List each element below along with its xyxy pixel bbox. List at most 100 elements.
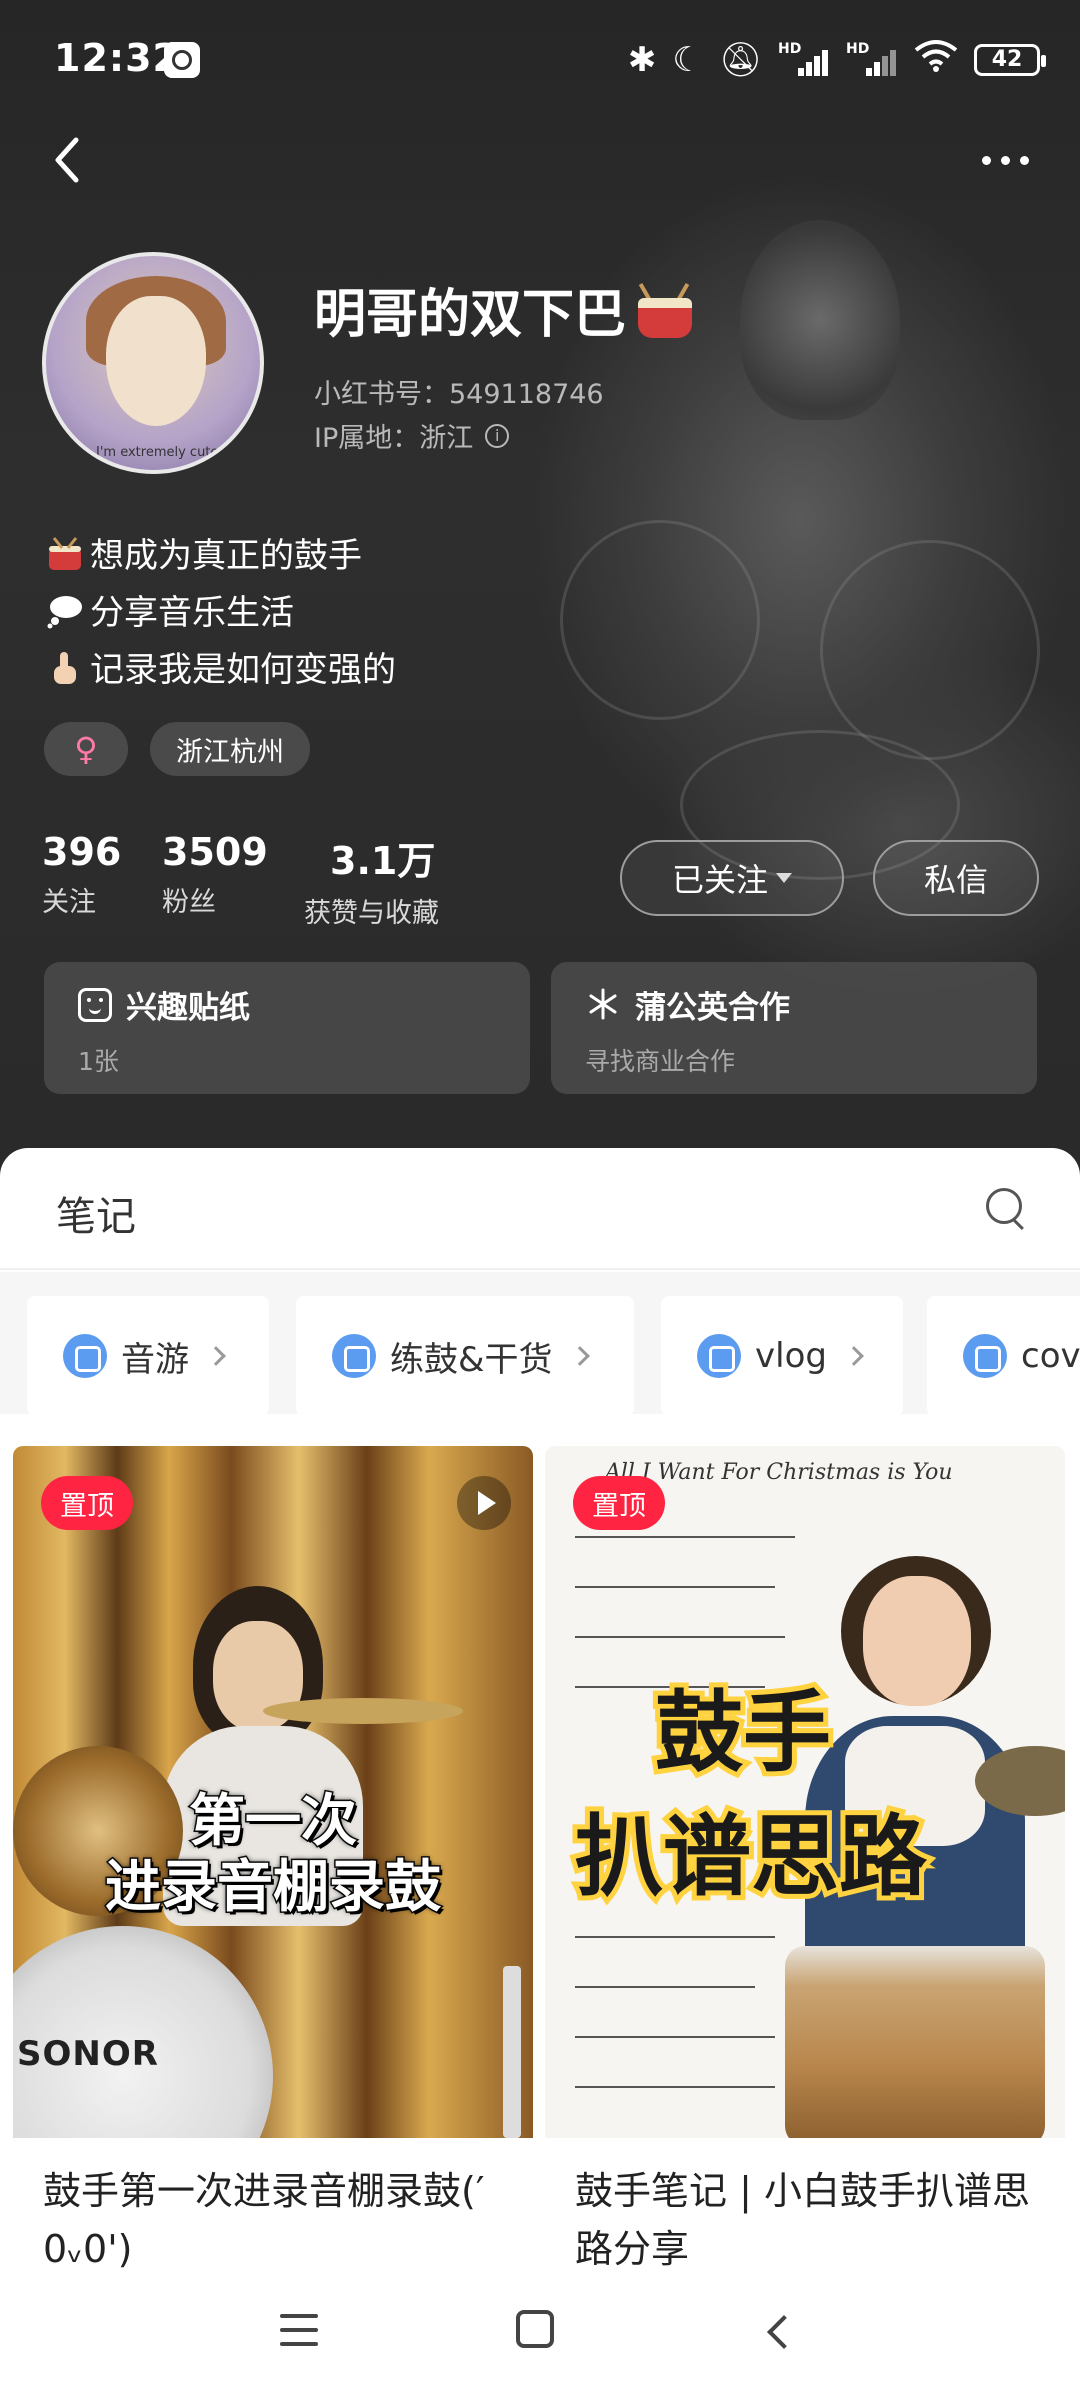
moon-icon: ☾ (672, 39, 703, 80)
caret-down-icon (776, 873, 792, 883)
cymbal-shape (263, 1698, 463, 1724)
cover-caption-line: 鼓手 (650, 1676, 836, 1789)
cover-caption-line: 进录音棚录鼓 (104, 1854, 443, 1922)
note-card[interactable]: All I Want For Christmas is You 置顶 鼓手 扒谱… (545, 1446, 1065, 2400)
status-bar: 12:32 ✱ ☾ 🔕︎ HD HD 42 (0, 0, 1080, 120)
collection-chip[interactable]: 音游 (27, 1296, 269, 1416)
recents-menu-icon[interactable] (280, 2314, 320, 2350)
gender-tag: ♀ (44, 722, 128, 776)
stat-value: 3.1万 (330, 839, 436, 883)
background-drum-shape (820, 540, 1040, 760)
nickname-text: 明哥的双下巴 (314, 285, 627, 345)
score-line (575, 1986, 755, 1988)
drum-icon (44, 536, 86, 578)
play-icon (457, 1476, 511, 1530)
bio-text: 分享音乐生活 (90, 593, 294, 633)
background-drummer-silhouette (740, 220, 900, 420)
note-title: 鼓手第一次进录音棚录鼓(′ 0ᵥ0') (43, 2169, 485, 2271)
stat-followers[interactable]: 3509 粉丝 (162, 830, 268, 919)
dandelion-icon (585, 987, 621, 1023)
chevron-right-icon (844, 1346, 864, 1366)
bass-drum-shape (13, 1926, 273, 2138)
location-tag: 浙江杭州 (150, 722, 310, 776)
status-icons: ✱ ☾ 🔕︎ HD HD 42 (627, 38, 1046, 81)
ip-location-text: IP属地：浙江 (314, 423, 474, 454)
hd-signal-icon: HD (846, 42, 898, 78)
stat-following[interactable]: 396 关注 (42, 830, 121, 919)
mute-bell-icon: 🔕︎ (718, 39, 762, 80)
pinned-badge: 置顶 (41, 1476, 133, 1530)
collection-chip[interactable]: cove (927, 1296, 1080, 1416)
cover-caption-line: 扒谱思路 (570, 1800, 932, 1913)
chevron-right-icon (206, 1346, 226, 1366)
collection-chip[interactable]: 练鼓&干货 (296, 1296, 634, 1416)
more-options-button[interactable] (970, 130, 1040, 190)
tab-notes[interactable]: 笔记 (56, 1184, 136, 1242)
note-card[interactable]: SONOR 置顶 第一次 进录音棚录鼓 鼓手第一次进录音棚录鼓(′ 0ᵥ0') (13, 1446, 533, 2400)
profile-bio: 想成为真正的鼓手 分享音乐生活 记录我是如何变强的 (44, 528, 396, 699)
note-title: 鼓手笔记 | 小白鼓手扒谱思路分享 (575, 2169, 1030, 2271)
following-label: 已关注 (671, 861, 768, 899)
drum-shape (785, 1946, 1045, 2138)
bio-line: 分享音乐生活 (44, 585, 396, 642)
bio-text: 想成为真正的鼓手 (90, 536, 362, 576)
card-title-text: 蒲公英合作 (635, 990, 790, 1026)
card-title: 兴趣贴纸 (78, 982, 250, 1027)
profile-nickname: 明哥的双下巴 (314, 272, 696, 347)
search-icon[interactable] (984, 1186, 1030, 1232)
score-line (575, 1636, 785, 1638)
pinned-badge: 置顶 (573, 1476, 665, 1530)
score-header: All I Want For Christmas is You (605, 1460, 953, 1485)
hd-signal-icon: HD (778, 42, 830, 78)
system-back-icon[interactable] (762, 2312, 792, 2352)
message-button[interactable]: 私信 (873, 840, 1039, 916)
stat-label: 关注 (42, 887, 96, 918)
avatar[interactable]: I'm extremely cute (42, 252, 264, 474)
stat-value: 396 (42, 830, 122, 874)
info-icon[interactable]: i (485, 423, 510, 448)
stat-label: 获赞与收藏 (304, 898, 439, 929)
following-button[interactable]: 已关注 (620, 840, 844, 916)
mic-stand (503, 1966, 521, 2138)
avatar-face (106, 296, 206, 426)
bio-text: 记录我是如何变强的 (90, 650, 396, 690)
profile-header-background: 12:32 ✱ ☾ 🔕︎ HD HD 42 I'm extremely cute… (0, 0, 1080, 1180)
back-button[interactable] (40, 130, 100, 190)
background-drum-shape (560, 520, 760, 720)
ip-location: IP属地：浙江 i (314, 416, 510, 455)
red-id[interactable]: 小红书号：549118746 (314, 372, 604, 411)
note-cover-image: All I Want For Christmas is You 置顶 鼓手 扒谱… (545, 1446, 1065, 2138)
drum-emoji-icon (634, 282, 696, 338)
home-square-icon[interactable] (516, 2310, 554, 2348)
person-face (863, 1576, 971, 1706)
dandelion-cooperation-card[interactable]: 蒲公英合作 寻找商业合作 (551, 962, 1037, 1094)
stat-value: 3509 (162, 830, 268, 874)
bluetooth-icon: ✱ (627, 39, 657, 80)
collection-icon (697, 1334, 741, 1378)
collection-icon (332, 1334, 376, 1378)
sticker-icon (78, 987, 112, 1022)
card-title-text: 兴趣贴纸 (126, 990, 250, 1026)
collection-label: 音游 (121, 1339, 189, 1380)
chevron-left-icon (55, 137, 79, 183)
collection-label: vlog (755, 1336, 827, 1376)
collection-label: cove (1021, 1336, 1080, 1376)
card-subtitle: 寻找商业合作 (585, 1047, 736, 1076)
card-subtitle: 1张 (78, 1047, 119, 1076)
battery-icon: 42 (974, 43, 1046, 76)
brand-label: SONOR (17, 2034, 159, 2074)
score-line (575, 2036, 775, 2038)
interest-stickers-card[interactable]: 兴趣贴纸 1张 (44, 962, 530, 1094)
system-navigation-bar (0, 2270, 1080, 2400)
stat-likes-collects[interactable]: 3.1万 获赞与收藏 (304, 830, 439, 930)
pointing-up-icon (44, 650, 86, 692)
chevron-right-icon (569, 1346, 590, 1366)
avatar-caption: I'm extremely cute (96, 445, 219, 460)
stat-label: 粉丝 (162, 887, 216, 918)
dot-icon (1000, 155, 1010, 165)
bio-line: 记录我是如何变强的 (44, 642, 396, 699)
collection-chip[interactable]: vlog (661, 1296, 903, 1416)
wifi-icon (914, 38, 958, 81)
note-cover-image: SONOR 置顶 第一次 进录音棚录鼓 (13, 1446, 533, 2138)
score-line (575, 2086, 775, 2088)
